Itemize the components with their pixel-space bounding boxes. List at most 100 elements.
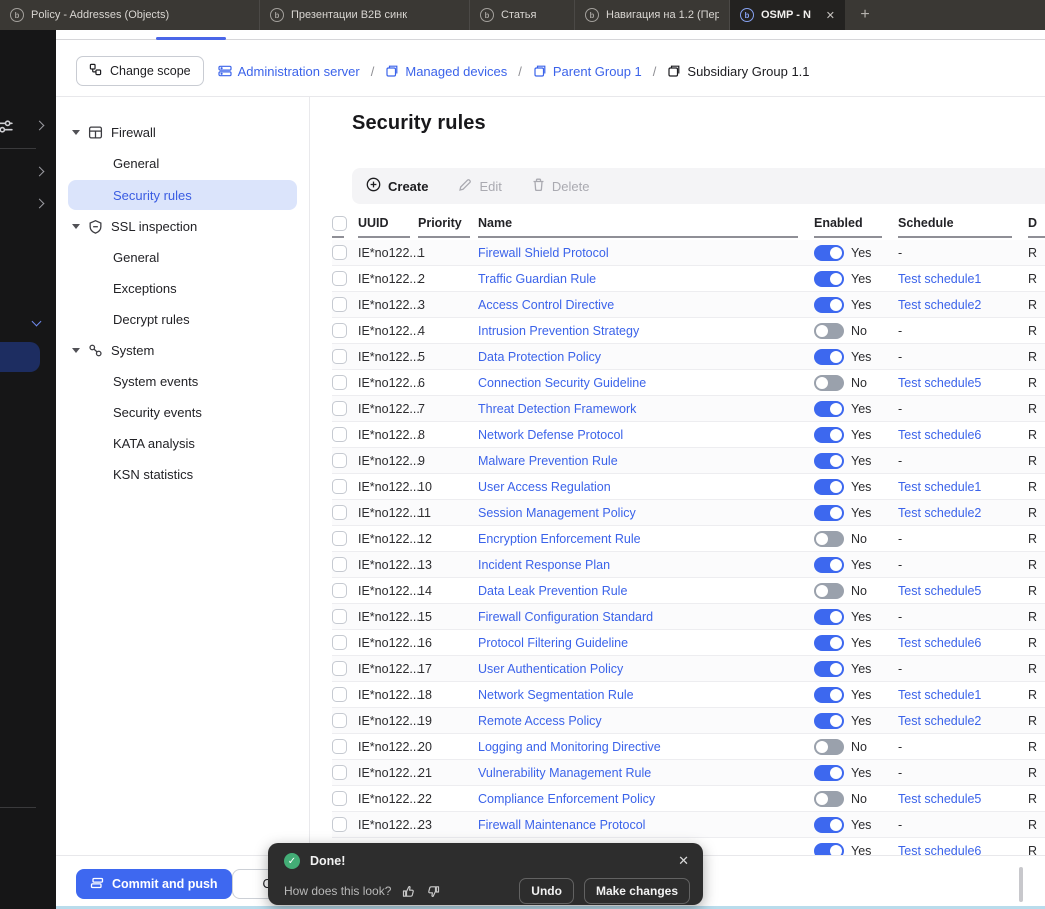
browser-tab[interactable]: bНавигация на 1.2 (Переезд на KNBE) — [575, 0, 730, 30]
caret-down-icon[interactable] — [72, 224, 80, 229]
row-checkbox[interactable] — [332, 531, 347, 546]
row-checkbox[interactable] — [332, 791, 347, 806]
select-all-checkbox[interactable] — [332, 216, 347, 231]
chevron-right-icon[interactable] — [35, 199, 45, 209]
schedule-cell[interactable]: Test schedule5 — [898, 376, 1028, 390]
commit-and-push-button[interactable]: Commit and push — [76, 869, 232, 899]
breadcrumb-item[interactable]: Managed devices — [385, 64, 507, 79]
rule-name-link[interactable]: Encryption Enforcement Rule — [478, 532, 814, 546]
enabled-toggle[interactable] — [814, 375, 844, 391]
row-checkbox[interactable] — [332, 245, 347, 260]
enabled-toggle[interactable] — [814, 739, 844, 755]
row-checkbox[interactable] — [332, 271, 347, 286]
create-button[interactable]: Create — [366, 177, 428, 195]
rule-name-link[interactable]: Network Defense Protocol — [478, 428, 814, 442]
schedule-cell[interactable]: Test schedule6 — [898, 636, 1028, 650]
thumbs-down-icon[interactable] — [426, 884, 441, 899]
breadcrumb-item[interactable]: Parent Group 1 — [533, 64, 642, 79]
rule-name-link[interactable]: Remote Access Policy — [478, 714, 814, 728]
rule-name-link[interactable]: Compliance Enforcement Policy — [478, 792, 814, 806]
rule-name-link[interactable]: Session Management Policy — [478, 506, 814, 520]
row-checkbox[interactable] — [332, 557, 347, 572]
enabled-toggle[interactable] — [814, 349, 844, 365]
row-checkbox[interactable] — [332, 713, 347, 728]
caret-down-icon[interactable] — [72, 348, 80, 353]
rule-name-link[interactable]: Logging and Monitoring Directive — [478, 740, 814, 754]
enabled-toggle[interactable] — [814, 401, 844, 417]
rule-name-link[interactable]: Access Control Directive — [478, 298, 814, 312]
make-changes-button[interactable]: Make changes — [584, 878, 690, 904]
tree-item-general[interactable]: General — [56, 148, 309, 179]
enabled-toggle[interactable] — [814, 479, 844, 495]
rule-name-link[interactable]: Firewall Shield Protocol — [478, 246, 814, 260]
browser-tab[interactable]: bPolicy - Addresses (Objects) — [0, 0, 260, 30]
rule-name-link[interactable]: Network Segmentation Rule — [478, 688, 814, 702]
rule-name-link[interactable]: Threat Detection Framework — [478, 402, 814, 416]
rule-name-link[interactable]: Protocol Filtering Guideline — [478, 636, 814, 650]
schedule-cell[interactable]: Test schedule5 — [898, 584, 1028, 598]
rule-name-link[interactable]: Connection Security Guideline — [478, 376, 814, 390]
enabled-toggle[interactable] — [814, 453, 844, 469]
row-checkbox[interactable] — [332, 635, 347, 650]
enabled-toggle[interactable] — [814, 557, 844, 573]
rule-name-link[interactable]: Vulnerability Management Rule — [478, 766, 814, 780]
browser-tab[interactable]: bПрезентации B2B синк — [260, 0, 470, 30]
enabled-toggle[interactable] — [814, 297, 844, 313]
rule-name-link[interactable]: Data Protection Policy — [478, 350, 814, 364]
row-checkbox[interactable] — [332, 661, 347, 676]
rail-selected-item[interactable] — [0, 342, 40, 372]
chevron-right-icon[interactable] — [35, 167, 45, 177]
rule-name-link[interactable]: Firewall Maintenance Protocol — [478, 818, 814, 832]
row-checkbox[interactable] — [332, 349, 347, 364]
rule-name-link[interactable]: Firewall Configuration Standard — [478, 610, 814, 624]
rule-name-link[interactable]: Data Leak Prevention Rule — [478, 584, 814, 598]
rule-name-link[interactable]: Incident Response Plan — [478, 558, 814, 572]
row-checkbox[interactable] — [332, 479, 347, 494]
edit-button[interactable]: Edit — [458, 178, 501, 195]
filters-sliders-icon[interactable] — [0, 118, 14, 140]
thumbs-up-icon[interactable] — [401, 884, 416, 899]
row-checkbox[interactable] — [332, 817, 347, 832]
schedule-cell[interactable]: Test schedule6 — [898, 428, 1028, 442]
rule-name-link[interactable]: Intrusion Prevention Strategy — [478, 324, 814, 338]
enabled-toggle[interactable] — [814, 765, 844, 781]
change-scope-button[interactable]: Change scope — [76, 56, 204, 86]
row-checkbox[interactable] — [332, 687, 347, 702]
tree-item-general[interactable]: General — [56, 242, 309, 273]
browser-tab[interactable]: bOSMP - NGFW✕ — [730, 0, 845, 30]
tree-item-firewall[interactable]: Firewall — [56, 117, 309, 148]
row-checkbox[interactable] — [332, 427, 347, 442]
rule-name-link[interactable]: User Authentication Policy — [478, 662, 814, 676]
delete-button[interactable]: Delete — [532, 178, 590, 195]
enabled-toggle[interactable] — [814, 531, 844, 547]
tree-item-decrypt-rules[interactable]: Decrypt rules — [56, 304, 309, 335]
row-checkbox[interactable] — [332, 453, 347, 468]
enabled-toggle[interactable] — [814, 609, 844, 625]
row-checkbox[interactable] — [332, 583, 347, 598]
row-checkbox[interactable] — [332, 505, 347, 520]
breadcrumb-item[interactable]: Administration server — [218, 64, 360, 79]
enabled-toggle[interactable] — [814, 713, 844, 729]
row-checkbox[interactable] — [332, 739, 347, 754]
rule-name-link[interactable]: User Access Regulation — [478, 480, 814, 494]
enabled-toggle[interactable] — [814, 687, 844, 703]
tree-item-system-events[interactable]: System events — [56, 366, 309, 397]
enabled-toggle[interactable] — [814, 583, 844, 599]
tree-item-system[interactable]: System — [56, 335, 309, 366]
close-icon[interactable]: ✕ — [678, 853, 689, 869]
row-checkbox[interactable] — [332, 323, 347, 338]
schedule-cell[interactable]: Test schedule2 — [898, 714, 1028, 728]
row-checkbox[interactable] — [332, 401, 347, 416]
row-checkbox[interactable] — [332, 609, 347, 624]
tree-item-ssl-inspection[interactable]: SSL inspection — [56, 211, 309, 242]
enabled-toggle[interactable] — [814, 817, 844, 833]
new-tab-button[interactable]: + — [845, 0, 885, 30]
schedule-cell[interactable]: Test schedule2 — [898, 506, 1028, 520]
undo-button[interactable]: Undo — [519, 878, 574, 904]
enabled-toggle[interactable] — [814, 245, 844, 261]
enabled-toggle[interactable] — [814, 791, 844, 807]
enabled-toggle[interactable] — [814, 271, 844, 287]
enabled-toggle[interactable] — [814, 635, 844, 651]
tree-item-exceptions[interactable]: Exceptions — [56, 273, 309, 304]
row-checkbox[interactable] — [332, 375, 347, 390]
